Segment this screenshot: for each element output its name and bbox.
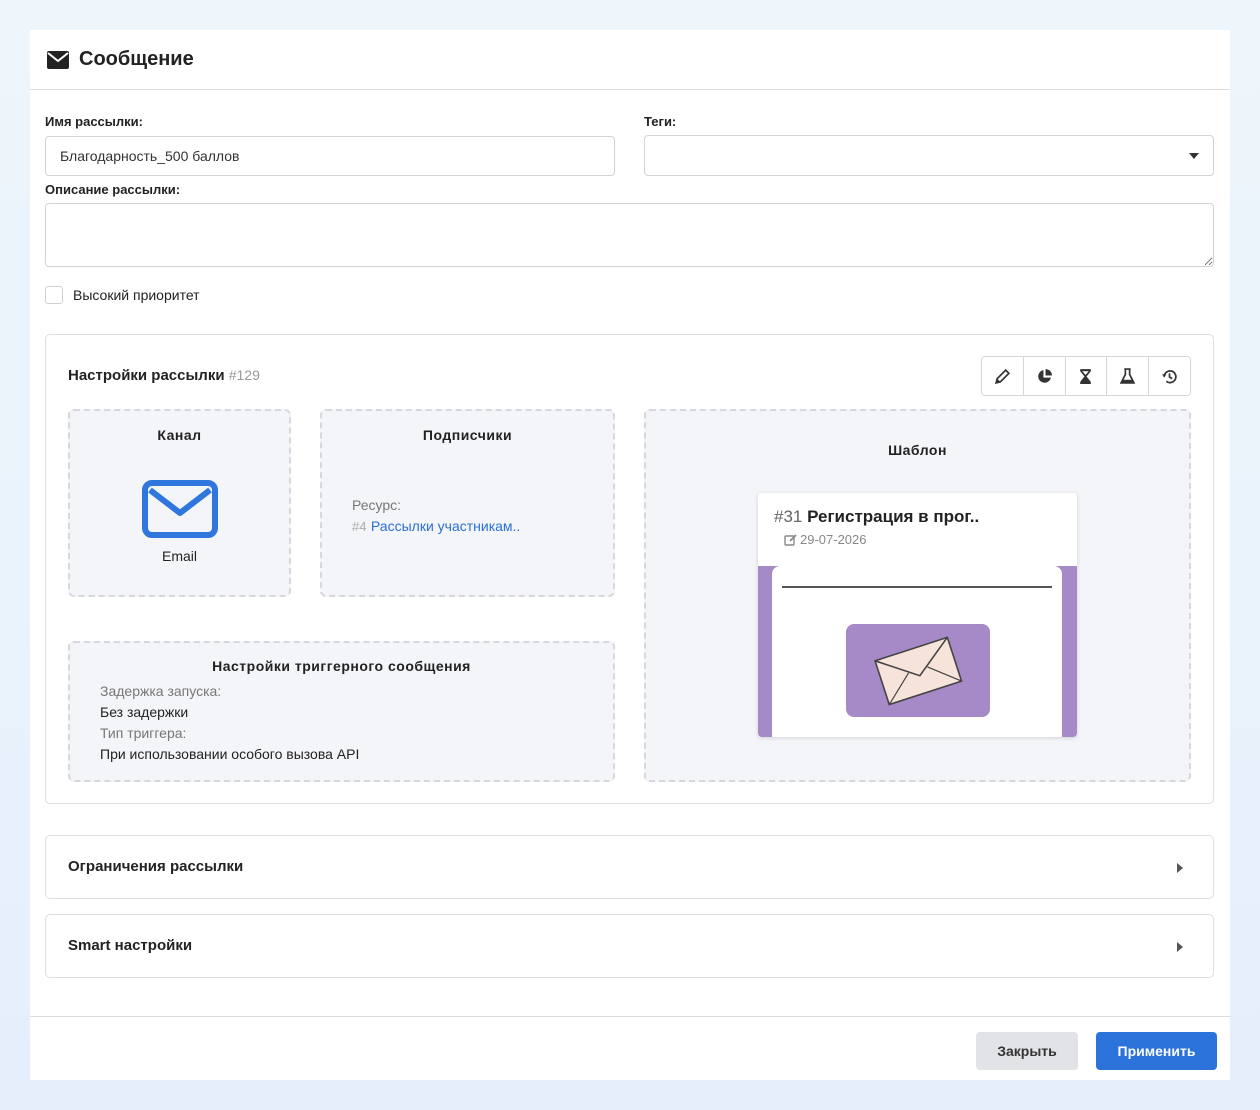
test-button[interactable] <box>1107 357 1150 395</box>
template-date: 29-07-2026 <box>784 532 1061 547</box>
edit-date-icon <box>784 533 797 546</box>
settings-id: #129 <box>228 367 260 383</box>
mailing-name-input[interactable] <box>45 136 615 176</box>
history-button[interactable] <box>1149 357 1190 395</box>
tags-label: Теги: <box>644 114 677 129</box>
pie-chart-icon <box>1037 368 1052 383</box>
delay-value: Без задержки <box>100 704 189 720</box>
delay-label: Задержка запуска: <box>100 683 222 699</box>
apply-button[interactable]: Применить <box>1096 1032 1217 1070</box>
mailing-name-label: Имя рассылки: <box>45 114 143 129</box>
letter-icon <box>874 636 963 706</box>
subscribers-title: Подписчики <box>422 427 513 443</box>
mailing-limits-title: Ограничения рассылки <box>68 858 244 875</box>
mailing-limits-accordion[interactable]: Ограничения рассылки <box>45 835 1214 899</box>
template-envelope-badge <box>846 624 990 717</box>
chevron-down-icon <box>1189 153 1199 159</box>
template-card[interactable]: Шаблон #31 Регистрация в прог.. 29-07-20… <box>644 409 1191 782</box>
statistics-button[interactable] <box>1024 357 1066 395</box>
template-title: Шаблон <box>888 442 947 458</box>
trigger-title: Настройки триггерного сообщения <box>212 658 471 674</box>
envelope-icon <box>47 50 69 69</box>
smart-settings-accordion[interactable]: Smart настройки <box>45 914 1214 978</box>
channel-card[interactable]: Канал Email <box>68 409 291 597</box>
flask-icon <box>1120 367 1136 384</box>
pencil-icon <box>994 368 1010 384</box>
description-label: Описание рассылки: <box>45 182 181 197</box>
envelope-outline-icon <box>142 480 218 538</box>
page-title: Сообщение <box>79 48 194 70</box>
message-panel: Сообщение Имя рассылки: Теги: Описание р… <box>30 30 1230 1080</box>
channel-title: Канал <box>157 427 202 443</box>
settings-title: Настройки рассылки #129 <box>68 367 260 384</box>
template-name: #31 Регистрация в прог.. <box>774 507 980 526</box>
resource-link[interactable]: #4 Рассылки участникам.. <box>352 518 520 536</box>
trigger-settings-card[interactable]: Настройки триггерного сообщения Задержка… <box>68 641 615 782</box>
channel-value: Email <box>161 548 197 564</box>
trigger-type-value: При использовании особого вызова API <box>100 746 360 762</box>
resource-label: Ресурс: <box>352 497 402 513</box>
edit-button[interactable] <box>982 357 1024 395</box>
panel-header: Сообщение <box>30 30 1230 90</box>
tags-select[interactable] <box>644 135 1214 176</box>
hourglass-icon <box>1080 368 1092 384</box>
template-thumbnail <box>758 566 1077 737</box>
trigger-type-label: Тип триггера: <box>100 725 187 741</box>
high-priority-label: Высокий приоритет <box>73 287 200 303</box>
description-textarea[interactable] <box>45 203 1214 267</box>
mailing-settings-section: Настройки рассылки #129 Канал Email Подп… <box>45 334 1214 804</box>
panel-footer: Закрыть Применить <box>30 1016 1230 1080</box>
close-button[interactable]: Закрыть <box>976 1032 1078 1070</box>
chevron-right-icon <box>1177 863 1183 873</box>
template-preview-card[interactable]: #31 Регистрация в прог.. 29-07-2026 <box>758 493 1077 737</box>
subscribers-card[interactable]: Подписчики Ресурс: #4 Рассылки участника… <box>320 409 615 597</box>
settings-toolbar <box>981 356 1191 396</box>
history-icon <box>1162 369 1177 383</box>
smart-settings-title: Smart настройки <box>68 937 193 954</box>
chevron-right-icon <box>1177 942 1183 952</box>
schedule-button[interactable] <box>1066 357 1108 395</box>
high-priority-checkbox[interactable] <box>45 286 63 304</box>
